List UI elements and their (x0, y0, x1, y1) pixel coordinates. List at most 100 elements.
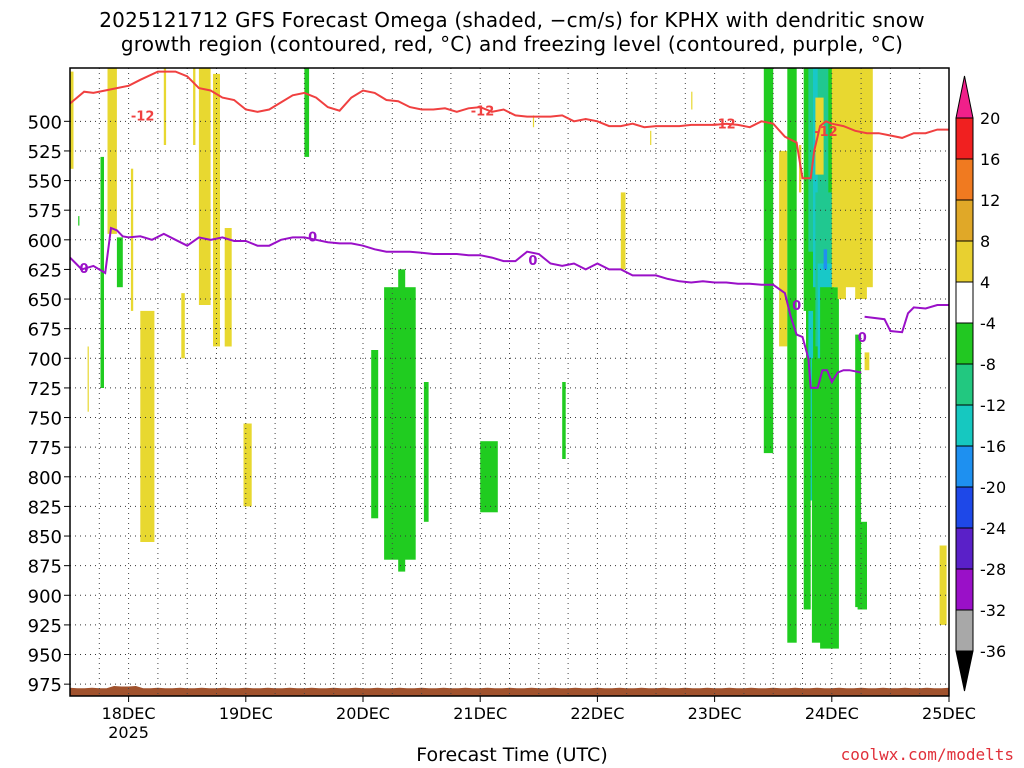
colorbar-label: -32 (980, 601, 1006, 620)
shaded-region-green-26 (763, 68, 774, 454)
colorbar-swatch-7 (955, 404, 974, 447)
y-tick-label: 525 (28, 142, 62, 163)
colorbar-top-arrow (955, 75, 974, 119)
shaded-region-green-42 (820, 287, 839, 649)
x-tick-label: 25DEC (922, 704, 976, 723)
y-tick-label: 825 (28, 497, 62, 518)
y-tick-label: 775 (28, 438, 62, 459)
x-tick-label: 19DEC (219, 704, 273, 723)
shaded-region-yellow-45 (855, 73, 867, 300)
colorbar-label: -16 (980, 437, 1006, 456)
colorbar-label: 20 (980, 109, 1000, 128)
contour-label: 0 (528, 254, 537, 269)
colorbar-label: -4 (980, 314, 996, 333)
colorbar-swatch-2 (955, 199, 974, 242)
contour-label: -12 (131, 109, 155, 124)
contour-label: -12 (712, 118, 736, 133)
contour-label: 0 (792, 299, 801, 314)
x-tick-label: 20DEC (336, 704, 390, 723)
shaded-region-yellow-5 (87, 346, 89, 412)
x-tick-label: 18DEC (102, 704, 156, 723)
y-tick-label: 750 (28, 409, 62, 430)
colorbar-label: 8 (980, 232, 990, 251)
y-tick-label: 675 (28, 320, 62, 341)
shaded-region-yellow-6 (130, 168, 134, 311)
shaded-region-green-18 (398, 269, 406, 572)
y-tick-label: 850 (28, 527, 62, 548)
shaded-region-yellow-49 (939, 545, 947, 625)
shaded-region-yellow-44 (837, 263, 846, 299)
shaded-region-yellow-12 (213, 73, 220, 347)
shaded-region-green-15 (304, 68, 310, 157)
y-tick-label: 975 (28, 675, 62, 696)
colorbar-swatch-5 (955, 322, 974, 365)
colorbar-bottom-arrow (955, 650, 974, 692)
shaded-region-green-19 (423, 382, 429, 522)
x-tick-label: 22DEC (570, 704, 624, 723)
ground-fill (70, 686, 949, 696)
y-tick-label: 950 (28, 646, 62, 667)
colorbar-label: -8 (980, 355, 996, 374)
y-tick-label: 925 (28, 616, 62, 637)
shaded-region-yellow-24 (650, 130, 652, 145)
chart-svg: -12 -12 -12 -12 0 0 0 0 0 500 525 550 575 600 625 650 6… (28, 67, 1006, 742)
colorbar-swatch-6 (955, 363, 974, 406)
shaded-region-yellow-25 (691, 91, 693, 110)
colorbar-swatch-4 (955, 281, 974, 324)
credit-text: coolwx.com/modelts (840, 745, 1014, 764)
shaded-region-green-4 (78, 216, 80, 226)
x-tick-sublabel: 2025 (108, 723, 149, 742)
x-tick-label: 21DEC (453, 704, 507, 723)
y-tick-label: 575 (28, 201, 62, 222)
y-tick-label: 725 (28, 379, 62, 400)
x-tick-label: 24DEC (805, 704, 859, 723)
colorbar-swatch-0 (955, 117, 974, 160)
colorbar: 20 16 12 8 4 -4 -8 -12 -16 -20 -24 -28 -32 -36 (955, 75, 1006, 692)
y-tick-label: 550 (28, 172, 62, 193)
colorbar-label: 12 (980, 191, 1000, 210)
contour-line-1 (70, 226, 862, 389)
ground-surface (70, 686, 949, 696)
colorbar-swatch-8 (955, 445, 974, 488)
shaded-region-green-16 (371, 350, 379, 519)
colorbar-swatch-3 (955, 240, 974, 283)
y-tick-label: 800 (28, 468, 62, 489)
y-tick-label: 625 (28, 260, 62, 281)
y-tick-label: 900 (28, 586, 62, 607)
contour-label: 0 (858, 331, 867, 346)
colorbar-label: -28 (980, 560, 1006, 579)
colorbar-swatch-10 (955, 527, 974, 570)
contour-label: -12 (471, 105, 495, 120)
colorbar-label: -20 (980, 478, 1006, 497)
shaded-region-blue-37 (823, 249, 828, 270)
shaded-region-yellow-22 (620, 192, 626, 270)
shaded-region-yellow-46 (864, 352, 870, 371)
y-tick-label: 650 (28, 290, 62, 311)
shaded-region-green-28 (787, 68, 797, 643)
y-tick-label: 875 (28, 557, 62, 578)
shaded-region-green-3 (116, 237, 123, 288)
contour-label: 0 (80, 262, 89, 277)
shaded-region-yellow-8 (163, 68, 167, 145)
shaded-region-yellow-9 (181, 293, 185, 359)
colorbar-label: -12 (980, 396, 1006, 415)
contour-label: 0 (308, 230, 317, 245)
colorbar-label: -36 (980, 642, 1006, 661)
colorbar-swatch-9 (955, 486, 974, 529)
colorbar-swatch-11 (955, 568, 974, 611)
contour-line-2 (864, 304, 949, 334)
shaded-region-yellow-14 (243, 423, 252, 507)
colorbar-label: -24 (980, 519, 1006, 538)
contour-label: -12 (814, 125, 838, 140)
colorbar-swatch-1 (955, 158, 974, 201)
shaded-region-yellow-7 (140, 310, 155, 542)
colorbar-label: 4 (980, 273, 990, 292)
x-tick-label: 23DEC (688, 704, 742, 723)
y-tick-label: 600 (28, 231, 62, 252)
shaded-region-yellow-10 (193, 68, 196, 145)
colorbar-swatch-12 (955, 609, 974, 652)
y-tick-label: 700 (28, 349, 62, 370)
y-tick-label: 500 (28, 112, 62, 133)
shaded-region-green-39 (803, 358, 811, 610)
colorbar-label: 16 (980, 150, 1000, 169)
